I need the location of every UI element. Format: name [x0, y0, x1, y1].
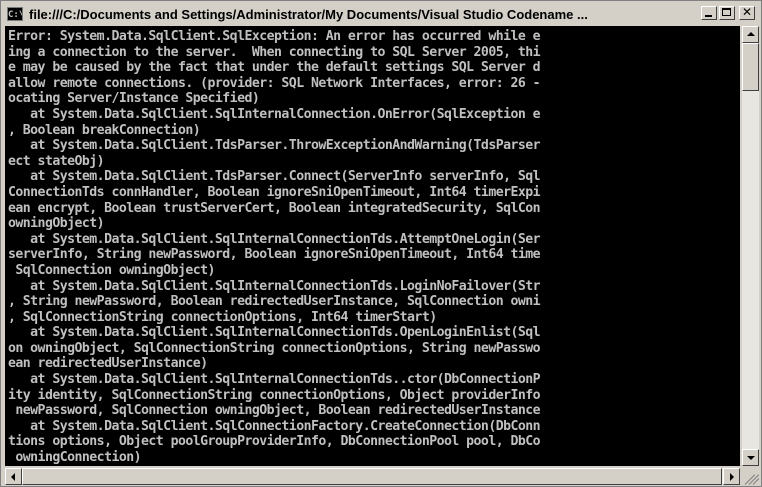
console-window: C:\ file:///C:/Documents and Settings/Ad…: [0, 0, 762, 487]
console-line: ity identity, SqlConnectionString connec…: [8, 387, 541, 403]
console-line: on owningObject, SqlConnectionString con…: [8, 340, 541, 356]
close-icon: ✕: [741, 5, 753, 19]
console-line: serverInfo, String newPassword, Boolean …: [8, 247, 541, 263]
console-line: allow remote connections. (provider: SQL…: [8, 75, 541, 91]
horizontal-scrollbar[interactable]: [5, 468, 740, 485]
console-line: , Boolean breakConnection): [8, 122, 201, 138]
console-line: ing a connection to the server. When con…: [8, 44, 541, 60]
console-output[interactable]: Error: System.Data.SqlClient.SqlExceptio…: [5, 26, 740, 466]
console-line: at System.Data.SqlClient.SqlConnectionFa…: [8, 418, 541, 434]
scroll-up-button[interactable]: [742, 26, 759, 43]
console-line: e may be caused by the fact that under t…: [8, 60, 541, 76]
console-app-icon[interactable]: C:\: [7, 7, 23, 21]
arrow-down-icon: [747, 456, 755, 460]
console-lines: Error: System.Data.SqlClient.SqlExceptio…: [5, 26, 740, 466]
console-line: at System.Data.SqlClient.SqlInternalConn…: [8, 278, 541, 294]
scroll-left-button[interactable]: [5, 468, 22, 485]
console-line: , String newPassword, Boolean redirected…: [8, 294, 541, 310]
console-line: at System.Data.SqlClient.SqlInternalConn…: [8, 231, 541, 247]
title-bar[interactable]: C:\ file:///C:/Documents and Settings/Ad…: [3, 3, 759, 25]
arrow-left-icon: [11, 473, 15, 481]
console-line: at System.Data.SqlClient.SqlInternalConn…: [8, 325, 541, 341]
minimize-button[interactable]: [701, 6, 717, 20]
console-line: ect stateObj): [8, 153, 105, 169]
horizontal-scroll-thumb[interactable]: [22, 468, 722, 485]
console-line: newPassword, SqlConnection owningObject,…: [8, 403, 541, 419]
console-line: at System.Data.SqlClient.SqlInternalConn…: [8, 106, 541, 122]
resize-grip[interactable]: [742, 468, 759, 485]
arrow-up-icon: [747, 32, 755, 36]
window-controls: ✕: [701, 5, 755, 20]
console-line: ean redirectedUserInstance): [8, 356, 208, 372]
console-line: ocating Server/Instance Specified): [8, 91, 260, 107]
console-line: SqlConnection owningObject): [8, 262, 215, 278]
console-line: owningConnection): [8, 450, 142, 466]
console-line: tions options, Object poolGroupProviderI…: [8, 434, 541, 450]
minimize-icon: [705, 15, 712, 17]
maximize-button[interactable]: [719, 6, 735, 20]
scroll-right-button[interactable]: [723, 468, 740, 485]
vertical-scrollbar[interactable]: [742, 26, 759, 466]
console-line: Error: System.Data.SqlClient.SqlExceptio…: [8, 29, 541, 44]
maximize-icon: [722, 8, 731, 16]
console-line: at System.Data.SqlClient.TdsParser.Conne…: [8, 169, 541, 185]
close-button[interactable]: ✕: [739, 5, 755, 20]
arrow-right-icon: [730, 473, 734, 481]
console-line: , SqlConnectionString connectionOptions,…: [8, 309, 437, 325]
console-line: owningObject): [8, 216, 105, 232]
vertical-scroll-thumb[interactable]: [742, 43, 759, 91]
window-title: file:///C:/Documents and Settings/Admini…: [29, 6, 588, 22]
console-line: ConnectionTds connHandler, Boolean ignor…: [8, 184, 541, 200]
console-line: at System.Data.SqlClient.TdsParser.Throw…: [8, 138, 541, 154]
scroll-down-button[interactable]: [742, 449, 759, 466]
console-line: ean encrypt, Boolean trustServerCert, Bo…: [8, 200, 541, 216]
console-line: at System.Data.SqlClient.SqlInternalConn…: [8, 372, 541, 388]
